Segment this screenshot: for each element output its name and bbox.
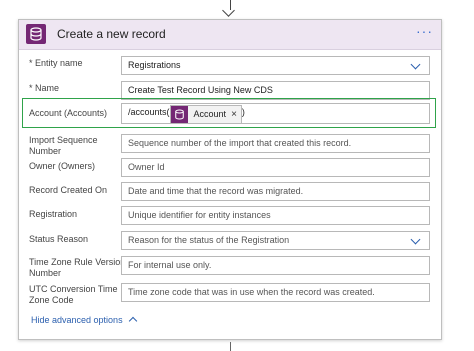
database-icon [170, 106, 188, 123]
field-label-registration: Registration [29, 209, 78, 219]
flow-connector-bottom [230, 342, 231, 351]
registration-input[interactable]: Unique identifier for entity instances [121, 206, 430, 225]
field-label-time-zone-rule-version-number: Time Zone Rule Version Number [29, 257, 126, 278]
chevron-down-icon[interactable] [410, 234, 421, 245]
utc-conversion-time-zone-code-input[interactable]: Time zone code that was in use when the … [121, 283, 430, 302]
record-created-on-input[interactable]: Date and time that the record was migrat… [121, 182, 430, 201]
field-label-record-created-on: Record Created On [29, 185, 108, 195]
hide-advanced-options-link[interactable]: Hide advanced options [31, 315, 137, 326]
card-title: Create a new record [57, 27, 166, 41]
field-label-name: * Name [29, 83, 60, 93]
account-suffix: ) [241, 107, 245, 117]
field-label-entity-name: * Entity name [29, 58, 83, 68]
action-card: Create a new record ··· * Entity name Re… [18, 19, 442, 340]
field-label-owner: Owner (Owners) [29, 161, 96, 171]
account-token-label: Account [193, 109, 227, 119]
account-prefix: /accounts( [128, 107, 170, 117]
hide-advanced-options-label: Hide advanced options [31, 315, 123, 325]
close-icon[interactable]: × [231, 109, 237, 120]
card-header[interactable]: Create a new record ··· [19, 20, 441, 50]
field-label-utc-conversion-time-zone-code: UTC Conversion Time Zone Code [29, 284, 118, 305]
status-reason-placeholder: Reason for the status of the Registratio… [128, 235, 290, 245]
status-reason-dropdown[interactable]: Reason for the status of the Registratio… [121, 231, 430, 250]
entity-name-dropdown[interactable]: Registrations [121, 56, 430, 75]
owner-input[interactable]: Owner Id [121, 158, 430, 177]
import-sequence-number-input[interactable]: Sequence number of the import that creat… [121, 134, 430, 153]
entity-name-value: Registrations [128, 60, 181, 70]
chevron-up-icon [128, 316, 137, 326]
chevron-down-icon[interactable] [410, 59, 421, 70]
arrow-down-icon [222, 4, 235, 17]
database-icon [26, 24, 46, 44]
account-token[interactable]: Account × [169, 105, 242, 123]
account-input[interactable]: /accounts( Account ×) [121, 103, 430, 124]
field-label-status-reason: Status Reason [29, 234, 89, 244]
field-label-account: Account (Accounts) [29, 108, 108, 118]
time-zone-rule-version-number-input[interactable]: For internal use only. [121, 256, 430, 275]
more-options-icon[interactable]: ··· [416, 23, 433, 39]
field-label-import-sequence-number: Import Sequence Number [29, 135, 98, 156]
